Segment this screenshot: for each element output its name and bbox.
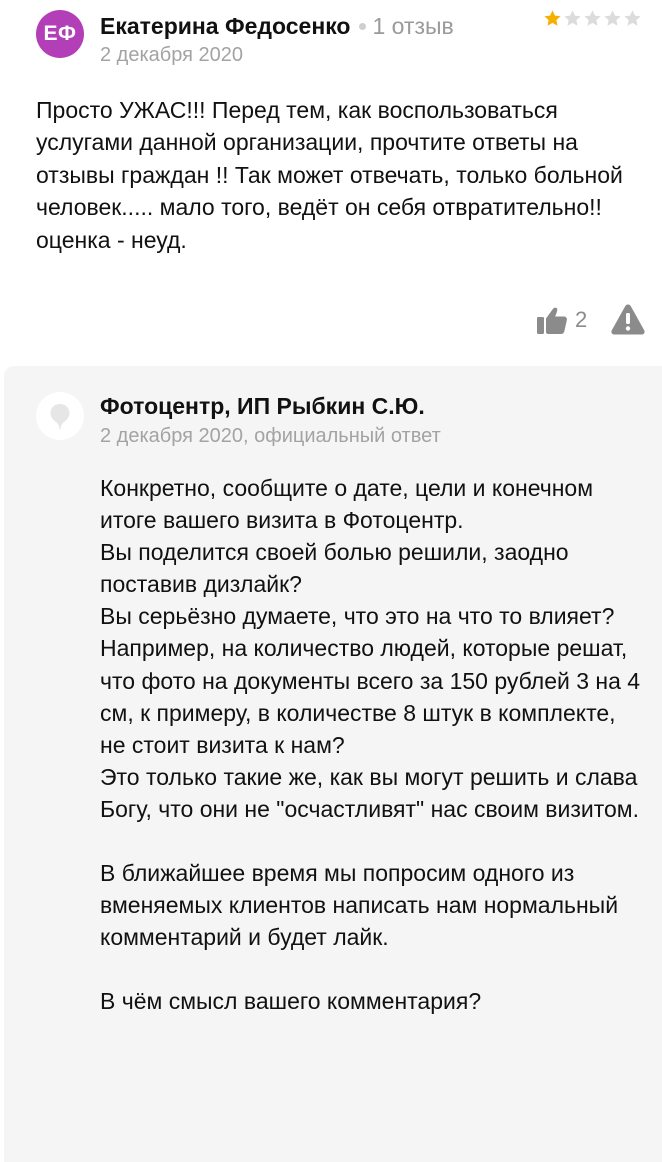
- review-card: ЕФ Екатерина Федосенко 1 отзыв 2 декабря…: [0, 0, 662, 366]
- warning-icon: [611, 304, 645, 335]
- star-icon: [564, 10, 581, 26]
- author-review-count: 1 отзыв: [372, 12, 454, 39]
- review-paragraph: Просто УЖАС!!! Перед тем, как воспользов…: [36, 97, 623, 253]
- like-count: 2: [575, 307, 588, 332]
- reply-paragraph: В чём смысл вашего комментария?: [100, 988, 482, 1015]
- reply-paragraph: Вы серьёзно думаете, что это на что то в…: [100, 603, 615, 630]
- reply-paragraph: Например, на количество людей, которые р…: [100, 635, 641, 758]
- star-icon: [604, 10, 621, 26]
- star-icon: [544, 10, 561, 26]
- reply-paragraph: В ближайшее время мы попросим одного из …: [100, 860, 619, 951]
- reply-paragraph: Конкретно, сообщите о дате, цели и конеч…: [100, 475, 594, 534]
- author-row: Екатерина Федосенко 1 отзыв: [100, 11, 454, 41]
- reply-text: Конкретно, сообщите о дате, цели и конеч…: [100, 472, 646, 1017]
- org-name[interactable]: Фотоцентр, ИП Рыбкин С.Ю.: [100, 393, 425, 420]
- separator-dot: [359, 22, 367, 30]
- author-name[interactable]: Екатерина Федосенко: [100, 13, 350, 40]
- review-date: 2 декабря 2020: [100, 44, 244, 66]
- like-button[interactable]: 2: [536, 302, 592, 338]
- star-icon: [584, 10, 601, 26]
- org-avatar[interactable]: [36, 392, 84, 440]
- rating-stars: [543, 9, 642, 28]
- review-actions: 2: [536, 300, 650, 340]
- report-button[interactable]: [610, 302, 646, 336]
- map-pin-icon: [50, 404, 70, 430]
- author-avatar[interactable]: ЕФ: [36, 10, 84, 58]
- review-text: Просто УЖАС!!! Перед тем, как воспользов…: [36, 94, 636, 256]
- reply-paragraph: Это только такие же, как вы могут решить…: [100, 763, 639, 822]
- thumb-up-icon: [537, 307, 567, 334]
- official-reply: Фотоцентр, ИП Рыбкин С.Ю. 2 декабря 2020…: [4, 366, 662, 1162]
- star-icon: [624, 10, 641, 26]
- reply-meta: 2 декабря 2020, официальный ответ: [100, 425, 441, 447]
- reply-paragraph: Вы поделится своей болью решили, заодно …: [100, 539, 569, 598]
